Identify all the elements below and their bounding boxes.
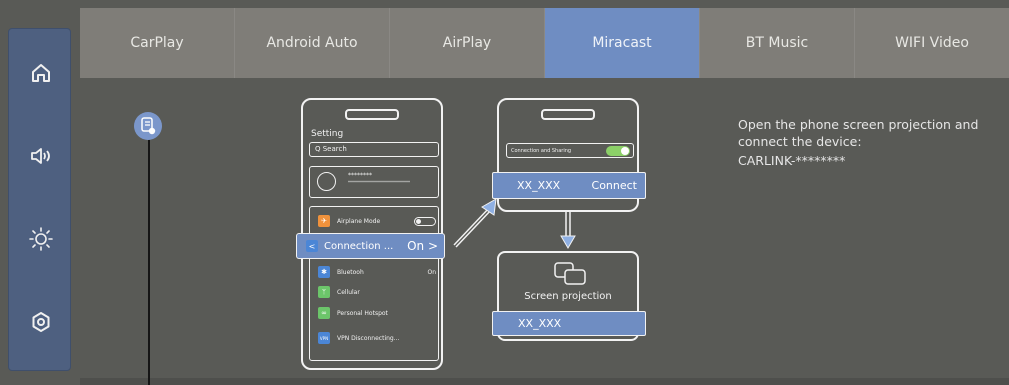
setting-title: Setting — [311, 129, 344, 139]
profile-card: ******** ******************************* — [309, 166, 439, 198]
tab-airplay[interactable]: AirPlay — [390, 8, 545, 78]
row-label: VPN Disconnecting... — [337, 334, 400, 342]
guide-icon — [134, 112, 162, 140]
volume-icon — [28, 143, 54, 173]
home-icon — [28, 60, 54, 90]
list-item-cellular: ᛘ Cellular — [318, 285, 436, 299]
device-row: XX_XXX Connect — [492, 172, 646, 199]
instructions: Open the phone screen projection and con… — [738, 116, 988, 169]
timeline-line — [148, 140, 150, 385]
arrow-up-icon — [453, 198, 497, 248]
share-icon: < — [306, 240, 318, 252]
row-label: Airplane Mode — [337, 217, 381, 225]
list-item-airplane: ✈ Airplane Mode — [318, 214, 436, 228]
tab-bar: CarPlay Android Auto AirPlay Miracast BT… — [80, 8, 1009, 78]
sharing-toggle — [606, 145, 630, 156]
row-value: On — [427, 268, 436, 276]
profile-name: ******** — [348, 172, 372, 179]
bluetooth-icon: ✱ — [318, 266, 330, 278]
vpn-icon: VPN — [318, 332, 330, 344]
sidebar — [8, 28, 71, 371]
sidebar-brightness[interactable] — [9, 221, 72, 261]
sidebar-home[interactable] — [9, 55, 72, 95]
row-label: Cellular — [337, 288, 360, 296]
connect-label: Connect — [591, 179, 637, 192]
search-field: Q Search — [309, 142, 439, 157]
arrow-down-icon — [560, 210, 576, 249]
hotspot-icon: ∞ — [318, 307, 330, 319]
sidebar-settings[interactable] — [9, 304, 72, 344]
avatar — [317, 172, 336, 191]
tab-bt-music[interactable]: BT Music — [700, 8, 855, 78]
tab-android-auto[interactable]: Android Auto — [235, 8, 390, 78]
tab-wifi-video[interactable]: WIFI Video — [855, 8, 1009, 78]
list-item-hotspot: ∞ Personal Hotspot — [318, 306, 436, 320]
projection-label: Screen projection — [524, 291, 612, 302]
row-label: Bluetooh — [337, 268, 364, 276]
device-name: XX_XXX — [517, 179, 561, 192]
tab-miracast[interactable]: Miracast — [545, 8, 700, 78]
screen-mirror-icon — [554, 262, 586, 285]
airplane-toggle — [414, 216, 436, 226]
row-label: Personal Hotspot — [337, 309, 388, 317]
list-item-bluetooth: ✱ Bluetooh On — [318, 265, 436, 279]
projection-device-row: XX_XXX — [492, 311, 646, 336]
profile-sub: ******************************* — [348, 180, 410, 185]
connection-value: On > — [407, 239, 438, 253]
sidebar-volume[interactable] — [9, 138, 72, 178]
instructions-text: Open the phone screen projection and con… — [738, 117, 979, 149]
connection-row-highlight: < Connection ... On > — [296, 233, 445, 259]
tab-carplay[interactable]: CarPlay — [80, 8, 235, 78]
cellular-icon: ᛘ — [318, 286, 330, 298]
device-code: CARLINK-******** — [738, 153, 846, 168]
brightness-icon — [28, 226, 54, 256]
phone-notch — [345, 109, 399, 120]
connection-label: Connection ... — [324, 240, 394, 252]
projection-device-name: XX_XXX — [518, 317, 562, 330]
airplane-icon: ✈ — [318, 215, 330, 227]
settings-list: ✈ Airplane Mode ✱ Bluetooh On ᛘ Cellular… — [309, 206, 439, 361]
settings-icon — [28, 309, 54, 339]
bottom-strip — [80, 378, 1009, 385]
list-item-vpn: VPN VPN Disconnecting... — [318, 331, 436, 345]
sharing-label: Connection and Sharing — [511, 147, 572, 154]
connection-sharing-row: Connection and Sharing — [506, 143, 634, 158]
phone-notch — [541, 109, 595, 120]
